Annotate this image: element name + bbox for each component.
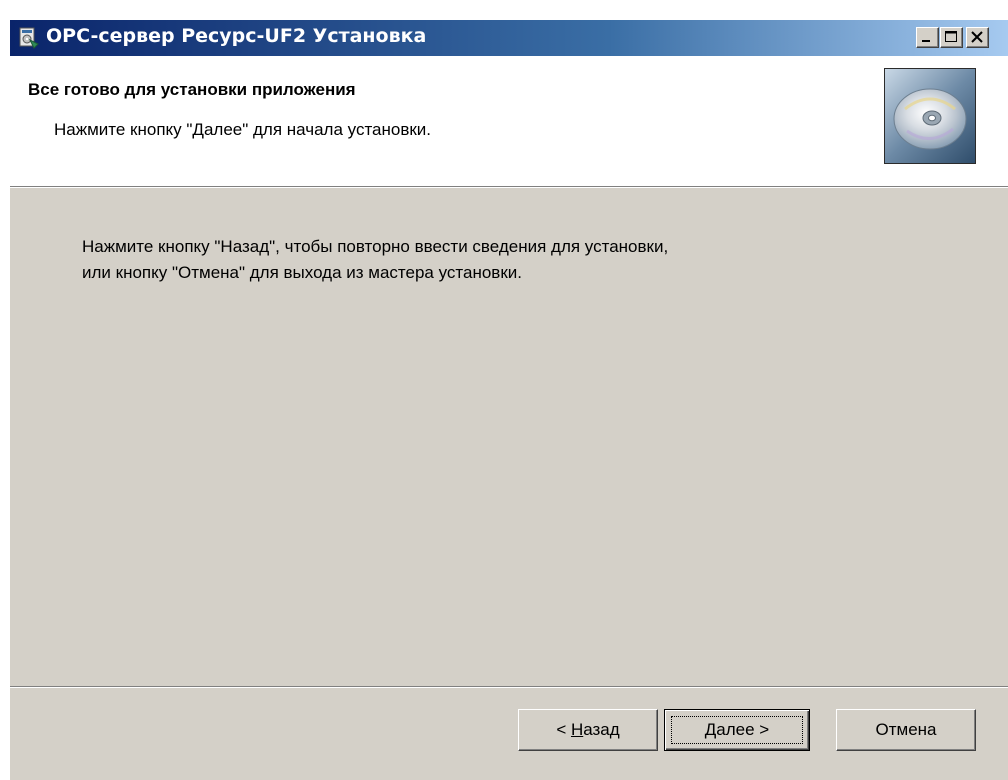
- title-bar[interactable]: OPC-сервер Ресурс-UF2 Установка: [10, 20, 1008, 56]
- maximize-button[interactable]: [940, 27, 963, 48]
- next-button[interactable]: Далее >: [664, 709, 810, 751]
- cancel-button[interactable]: Отмена: [836, 709, 976, 751]
- window-title: OPC-сервер Ресурс-UF2 Установка: [46, 25, 427, 47]
- close-icon: [971, 31, 983, 43]
- header-separator: [10, 186, 1008, 188]
- close-button[interactable]: [966, 27, 989, 48]
- instructions-text: Нажмите кнопку "Назад", чтобы повторно в…: [82, 234, 668, 286]
- header-subtitle: Нажмите кнопку "Далее" для начала устано…: [54, 120, 432, 139]
- maximize-icon: [945, 31, 957, 42]
- wizard-header: Все готово для установки приложения Нажм…: [10, 56, 1008, 186]
- back-button[interactable]: < Назад: [518, 709, 658, 751]
- instructions-line-2: или кнопку "Отмена" для выхода из мастер…: [82, 263, 522, 282]
- header-title: Все готово для установки приложения: [28, 80, 356, 99]
- cd-disc-icon: [884, 68, 976, 164]
- back-button-label: азад: [583, 720, 620, 739]
- installer-window: OPC-сервер Ресурс-UF2 Установка Все гото…: [10, 20, 1008, 780]
- focus-rectangle: [671, 716, 803, 744]
- minimize-icon: [922, 40, 930, 42]
- back-button-prefix: <: [556, 720, 571, 739]
- instructions-line-1: Нажмите кнопку "Назад", чтобы повторно в…: [82, 237, 669, 256]
- minimize-button[interactable]: [916, 27, 939, 48]
- footer-separator: [10, 686, 1008, 688]
- back-button-mnemonic: Н: [570, 720, 584, 739]
- installer-app-icon: [16, 26, 40, 50]
